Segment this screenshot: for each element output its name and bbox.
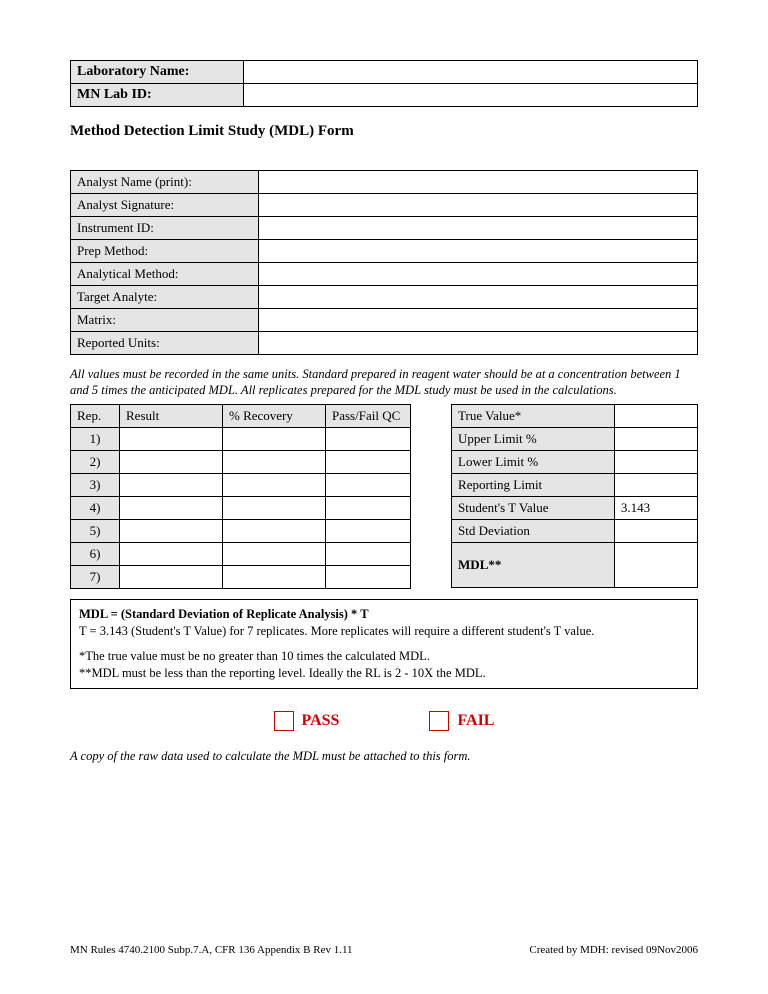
rep-num: 7): [71, 566, 120, 589]
qc-cell[interactable]: [326, 520, 411, 543]
recovery-header: % Recovery: [223, 405, 326, 428]
recovery-cell[interactable]: [223, 451, 326, 474]
rep-num: 1): [71, 428, 120, 451]
checkbox-icon[interactable]: [429, 711, 449, 731]
info-label: Target Analyte:: [71, 286, 259, 309]
info-label: Analyst Signature:: [71, 194, 259, 217]
qc-cell[interactable]: [326, 451, 411, 474]
rep-num: 4): [71, 497, 120, 520]
replicate-table: Rep. Result % Recovery Pass/Fail QC 1) 2…: [70, 404, 411, 589]
pass-fail-row: PASS FAIL: [70, 711, 698, 731]
info-label: Instrument ID:: [71, 217, 259, 240]
info-label: Analyst Name (print):: [71, 171, 259, 194]
values-table: True Value* Upper Limit % Lower Limit % …: [451, 404, 698, 588]
rep-num: 3): [71, 474, 120, 497]
footer-left: MN Rules 4740.2100 Subp.7.A, CFR 136 App…: [70, 944, 353, 956]
rep-num: 2): [71, 451, 120, 474]
recovery-cell[interactable]: [223, 543, 326, 566]
recovery-cell[interactable]: [223, 497, 326, 520]
info-label: Reported Units:: [71, 332, 259, 355]
vals-label-mdl: MDL**: [452, 543, 615, 588]
info-value[interactable]: [259, 240, 698, 263]
result-cell[interactable]: [120, 543, 223, 566]
formula-line1: MDL = (Standard Deviation of Replicate A…: [79, 606, 689, 623]
mn-lab-id-value[interactable]: [244, 84, 698, 107]
units-note: All values must be recorded in the same …: [70, 367, 698, 398]
result-cell[interactable]: [120, 566, 223, 589]
result-cell[interactable]: [120, 497, 223, 520]
info-value[interactable]: [259, 263, 698, 286]
info-value[interactable]: [259, 286, 698, 309]
checkbox-icon[interactable]: [274, 711, 294, 731]
pass-option[interactable]: PASS: [274, 711, 340, 731]
vals-label: Reporting Limit: [452, 474, 615, 497]
vals-value-mdl[interactable]: [614, 543, 697, 588]
attach-note: A copy of the raw data used to calculate…: [70, 749, 698, 765]
info-label: Prep Method:: [71, 240, 259, 263]
vals-value[interactable]: [614, 405, 697, 428]
result-cell[interactable]: [120, 428, 223, 451]
info-table: Analyst Name (print): Analyst Signature:…: [70, 170, 698, 355]
recovery-cell[interactable]: [223, 566, 326, 589]
info-value[interactable]: [259, 171, 698, 194]
formula-line3: *The true value must be no greater than …: [79, 648, 689, 665]
formula-line2: T = 3.143 (Student's T Value) for 7 repl…: [79, 623, 689, 640]
header-table: Laboratory Name: MN Lab ID:: [70, 60, 698, 107]
info-value[interactable]: [259, 217, 698, 240]
rep-num: 6): [71, 543, 120, 566]
pass-label: PASS: [302, 712, 340, 730]
qc-cell[interactable]: [326, 474, 411, 497]
vals-value[interactable]: 3.143: [614, 497, 697, 520]
fail-option[interactable]: FAIL: [429, 711, 494, 731]
vals-value[interactable]: [614, 520, 697, 543]
info-value[interactable]: [259, 309, 698, 332]
result-cell[interactable]: [120, 474, 223, 497]
lab-name-label: Laboratory Name:: [71, 61, 244, 84]
formula-line4: **MDL must be less than the reporting le…: [79, 665, 689, 682]
info-label: Analytical Method:: [71, 263, 259, 286]
qc-cell[interactable]: [326, 497, 411, 520]
footer-right: Created by MDH: revised 09Nov2006: [529, 944, 698, 956]
result-header: Result: [120, 405, 223, 428]
recovery-cell[interactable]: [223, 428, 326, 451]
vals-label: Student's T Value: [452, 497, 615, 520]
qc-header: Pass/Fail QC: [326, 405, 411, 428]
result-cell[interactable]: [120, 451, 223, 474]
info-label: Matrix:: [71, 309, 259, 332]
info-value[interactable]: [259, 332, 698, 355]
vals-value[interactable]: [614, 428, 697, 451]
rep-header: Rep.: [71, 405, 120, 428]
vals-value[interactable]: [614, 474, 697, 497]
recovery-cell[interactable]: [223, 520, 326, 543]
vals-label: Std Deviation: [452, 520, 615, 543]
qc-cell[interactable]: [326, 543, 411, 566]
fail-label: FAIL: [457, 712, 494, 730]
qc-cell[interactable]: [326, 566, 411, 589]
vals-label: Upper Limit %: [452, 428, 615, 451]
result-cell[interactable]: [120, 520, 223, 543]
vals-label: Lower Limit %: [452, 451, 615, 474]
mn-lab-id-label: MN Lab ID:: [71, 84, 244, 107]
recovery-cell[interactable]: [223, 474, 326, 497]
info-value[interactable]: [259, 194, 698, 217]
page-title: Method Detection Limit Study (MDL) Form: [70, 123, 698, 140]
vals-label: True Value*: [452, 405, 615, 428]
vals-value[interactable]: [614, 451, 697, 474]
qc-cell[interactable]: [326, 428, 411, 451]
formula-box: MDL = (Standard Deviation of Replicate A…: [70, 599, 698, 689]
rep-num: 5): [71, 520, 120, 543]
lab-name-value[interactable]: [244, 61, 698, 84]
footer: MN Rules 4740.2100 Subp.7.A, CFR 136 App…: [70, 944, 698, 956]
